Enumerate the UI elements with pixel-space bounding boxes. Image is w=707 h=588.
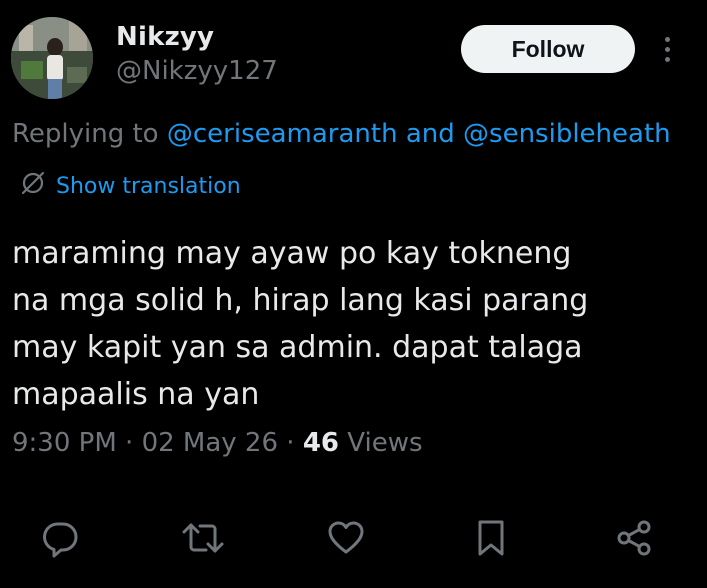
more-dot [664, 46, 670, 52]
mention-link-sensibleheath[interactable]: @sensibleheath [463, 119, 671, 149]
bookmark-icon[interactable] [466, 512, 516, 564]
more-dot [664, 36, 670, 42]
globe-slash-icon [20, 170, 46, 202]
follow-button[interactable]: Follow [461, 25, 635, 73]
avatar[interactable] [11, 17, 93, 99]
reply-context-conjunction[interactable]: and [398, 119, 463, 149]
meta-separator: · [278, 428, 303, 458]
like-icon[interactable] [321, 512, 371, 564]
views-count[interactable]: 46 [303, 428, 339, 458]
show-translation-link[interactable]: Show translation [20, 170, 241, 202]
reply-context: Replying to @ceriseamaranth and @sensibl… [12, 119, 671, 149]
more-dot [664, 56, 670, 62]
meta-separator: · [116, 428, 142, 458]
retweet-icon[interactable] [178, 512, 228, 564]
more-options-icon[interactable] [655, 31, 679, 67]
tweet-date[interactable]: 02 May 26 [142, 428, 278, 458]
share-icon[interactable] [609, 512, 659, 564]
tweet-text: maraming may ayaw po kay tokneng na mga … [12, 236, 589, 412]
tweet-meta: 9:30 PM · 02 May 26 · 46 Views [12, 428, 423, 458]
views-label[interactable]: Views [339, 428, 422, 458]
reply-context-prefix: Replying to [12, 119, 167, 149]
author-display-name[interactable]: Nikzyy [116, 22, 214, 52]
author-handle[interactable]: @Nikzyy127 [116, 56, 278, 86]
reply-icon[interactable] [35, 512, 85, 564]
show-translation-label: Show translation [56, 173, 241, 199]
tweet-time[interactable]: 9:30 PM [12, 428, 117, 458]
mention-link-ceriseamaranth[interactable]: @ceriseamaranth [167, 119, 398, 149]
profile-photo [11, 17, 93, 99]
action-bar [0, 512, 707, 564]
tweet-detail: Nikzyy @Nikzyy127 Follow Replying to @ce… [0, 0, 707, 588]
